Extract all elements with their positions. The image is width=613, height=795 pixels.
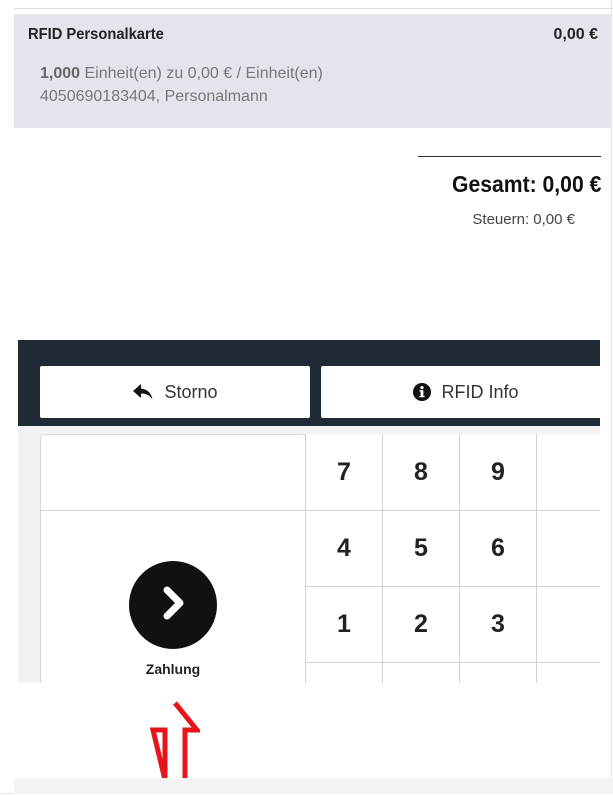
storno-button[interactable]: Storno — [40, 366, 310, 418]
info-circle-icon — [413, 383, 432, 401]
order-line[interactable]: RFID Personalkarte 0,00 € 1,000 Einheit(… — [14, 14, 612, 128]
key-blank-3[interactable] — [536, 586, 600, 662]
key-blank-5[interactable] — [382, 662, 459, 683]
product-name: RFID Personalkarte — [28, 26, 164, 43]
total-amount: Gesamt: 0,00 € — [451, 171, 601, 197]
key-7[interactable]: 7 — [305, 434, 382, 510]
rfid-info-button[interactable]: RFID Info — [321, 366, 600, 418]
up-arrow-outline-icon — [149, 700, 203, 785]
taxes-amount: Steuern: 0,00 € — [472, 211, 575, 228]
bottom-strip — [14, 778, 613, 794]
line-price: 0,00 € — [553, 26, 598, 43]
quantity-row: 1,000 Einheit(en) zu 0,00 € / Einheit(en… — [40, 62, 323, 85]
total-divider — [418, 156, 601, 157]
key-blank-2[interactable] — [536, 510, 600, 586]
line-info: 1,000 Einheit(en) zu 0,00 € / Einheit(en… — [40, 62, 323, 108]
numeric-keypad: 7 8 9 4 5 6 1 2 3 — [305, 434, 600, 683]
key-3[interactable]: 3 — [459, 586, 536, 662]
rfid-info-label: RFID Info — [441, 381, 519, 402]
top-divider — [14, 8, 613, 9]
chevron-right-icon — [158, 586, 188, 625]
key-blank-4[interactable] — [305, 662, 382, 683]
storno-label: Storno — [164, 381, 218, 402]
key-blank-7[interactable] — [536, 662, 600, 683]
key-blank-1[interactable] — [536, 434, 600, 510]
key-1[interactable]: 1 — [305, 586, 382, 662]
key-blank-6[interactable] — [459, 662, 536, 683]
control-panel: Storno RFID Info Zahlung 7 8 9 4 5 6 1 2… — [18, 340, 600, 683]
key-5[interactable]: 5 — [382, 510, 459, 586]
key-4[interactable]: 4 — [305, 510, 382, 586]
key-2[interactable]: 2 — [382, 586, 459, 662]
payment-label: Zahlung — [145, 661, 201, 677]
payment-button[interactable] — [129, 561, 217, 649]
line-details: 4050690183404, Personalmann — [40, 88, 268, 105]
quantity-value: 1,000 — [40, 65, 81, 82]
key-8[interactable]: 8 — [382, 434, 459, 510]
key-6[interactable]: 6 — [459, 510, 536, 586]
unit-info: Einheit(en) zu 0,00 € / Einheit(en) — [84, 65, 323, 82]
key-9[interactable]: 9 — [459, 434, 536, 510]
panel-divider — [41, 510, 305, 511]
reply-arrow-icon — [132, 383, 154, 401]
payment-panel: Zahlung — [40, 434, 306, 683]
